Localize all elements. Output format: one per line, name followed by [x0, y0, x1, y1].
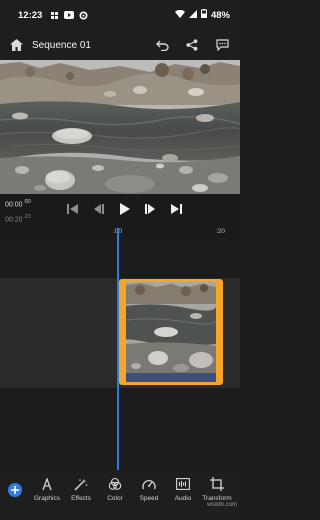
bottom-toolbar: Graphics Effects Color Speed Audio Trans…: [0, 470, 240, 510]
timeline-ruler[interactable]: :00 :20: [0, 224, 240, 238]
notification-icons: [50, 10, 88, 20]
skip-to-start-icon[interactable]: [64, 202, 81, 216]
tool-label: Color: [107, 495, 123, 502]
tool-label: Speed: [139, 495, 159, 502]
video-preview[interactable]: [0, 60, 240, 194]
battery-percent: 48%: [210, 9, 230, 21]
play-icon[interactable]: [116, 202, 133, 216]
graphics-icon: [39, 477, 55, 491]
color-icon: [107, 477, 123, 491]
grid-icon: [50, 11, 59, 20]
battery-icon: [200, 9, 207, 21]
transform-icon: [209, 477, 225, 491]
wifi-icon: [174, 9, 185, 21]
system-icons: 48%: [174, 9, 230, 21]
clip-body: [126, 282, 216, 382]
current-frames: 00: [24, 199, 31, 205]
settings-icon: [79, 10, 88, 20]
undo-icon[interactable]: [152, 35, 172, 55]
tool-transform[interactable]: Transform: [200, 477, 234, 502]
status-time: 12:23: [18, 9, 43, 21]
tool-audio[interactable]: Audio: [166, 477, 200, 502]
tool-color[interactable]: Color: [98, 477, 132, 502]
app-header: Sequence 01: [0, 30, 240, 60]
ruler-tick-20: :20: [216, 228, 226, 235]
signal-icon: [188, 9, 197, 21]
clip-audio-bar: [126, 373, 216, 382]
system-nav-bar: [0, 510, 240, 520]
audio-icon: [175, 477, 191, 491]
video-clip[interactable]: [119, 279, 223, 385]
tool-effects[interactable]: Effects: [64, 477, 98, 502]
watermark: wsxdn.com: [206, 502, 237, 508]
effects-icon: [73, 477, 89, 491]
sequence-title[interactable]: Sequence 01: [32, 40, 152, 51]
tool-graphics[interactable]: Graphics: [30, 477, 64, 502]
tool-label: Graphics: [33, 495, 60, 502]
timeline-track-area[interactable]: [0, 238, 240, 470]
clip-thumbnail: [126, 282, 216, 373]
total-frames: 23: [24, 214, 31, 221]
skip-to-end-icon[interactable]: [168, 202, 185, 216]
timecode-display: 00:00 00 00:20 23: [5, 196, 31, 227]
youtube-icon: [64, 11, 75, 19]
playhead[interactable]: [117, 228, 119, 472]
playback-controls: 00:00 00 00:20 23: [0, 194, 240, 224]
tool-label: Audio: [174, 495, 192, 502]
status-bar: 12:23 48%: [0, 0, 240, 30]
speed-icon: [141, 477, 157, 491]
step-forward-icon[interactable]: [142, 202, 159, 216]
share-icon[interactable]: [182, 35, 202, 55]
step-back-icon[interactable]: [90, 202, 107, 216]
total-time: 00:20: [5, 216, 23, 224]
current-time: 00:00: [5, 201, 23, 209]
tool-label: Transform: [202, 495, 232, 502]
tool-speed[interactable]: Speed: [132, 477, 166, 502]
plus-icon[interactable]: [8, 483, 22, 497]
comments-icon[interactable]: [212, 35, 232, 55]
home-icon[interactable]: [6, 35, 26, 55]
tool-label: Effects: [71, 495, 91, 502]
